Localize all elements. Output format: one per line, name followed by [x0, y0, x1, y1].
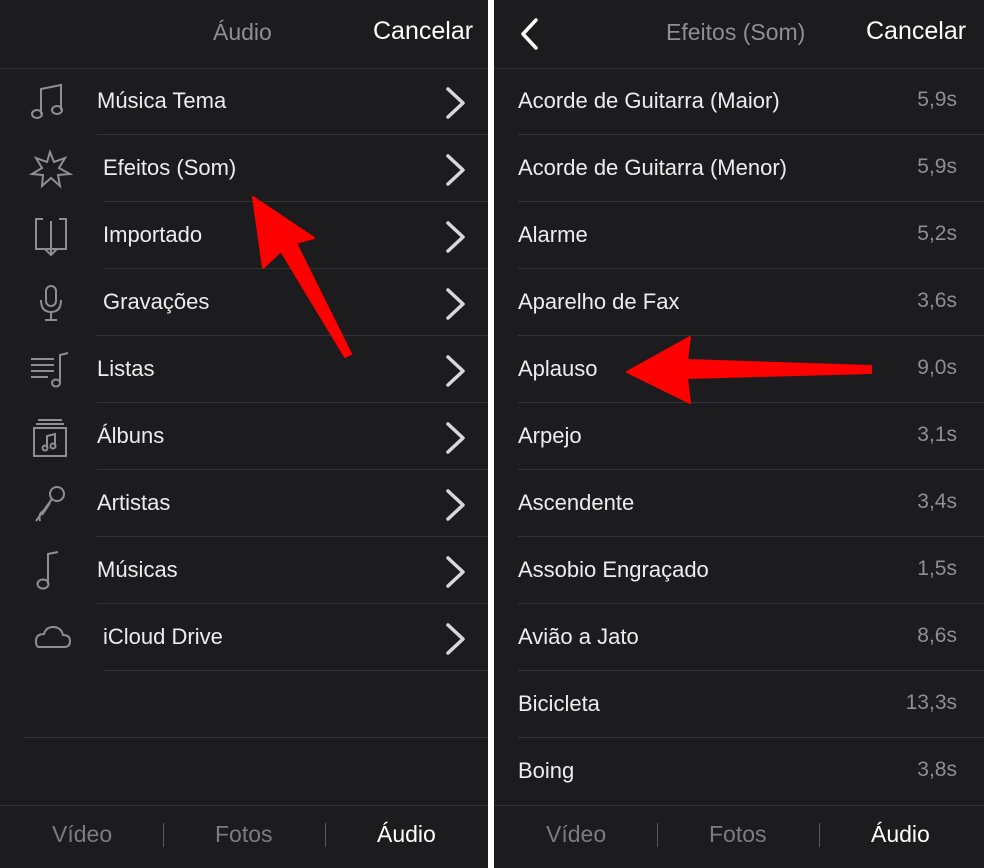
- import-icon: [28, 215, 74, 257]
- list-item-label: Álbuns: [97, 423, 165, 448]
- chevron-right-icon: [444, 287, 468, 321]
- list-item[interactable]: Acorde de Guitarra (Menor) 5,9s: [494, 135, 984, 202]
- header: Áudio Cancelar: [0, 0, 488, 69]
- duration-label: 9,0s: [917, 356, 957, 379]
- playlist-icon: [28, 349, 74, 391]
- tab-video[interactable]: Vídeo: [52, 821, 112, 848]
- list-item-label: Aparelho de Fax: [518, 289, 680, 314]
- list-item-label: Avião a Jato: [518, 624, 639, 649]
- tab-bar: Vídeo Fotos Áudio: [0, 805, 488, 868]
- list-item-label: Arpejo: [518, 423, 582, 448]
- list-item-label: Importado: [103, 222, 203, 247]
- tab-audio[interactable]: Áudio: [871, 821, 930, 848]
- back-chevron-icon[interactable]: [514, 14, 544, 54]
- list-item-artistas[interactable]: Artistas: [0, 470, 488, 537]
- tab-fotos[interactable]: Fotos: [215, 821, 273, 848]
- empty-row: [0, 671, 488, 738]
- list-item-label: Ascendente: [518, 490, 635, 515]
- duration-label: 13,3s: [905, 691, 957, 714]
- list-item[interactable]: Avião a Jato 8,6s: [494, 604, 984, 671]
- list-item-gravacoes[interactable]: Gravações: [0, 269, 488, 336]
- audio-menu-panel: Áudio Cancelar Música Tema Efeitos (Som): [0, 0, 488, 868]
- duration-label: 8,6s: [917, 624, 957, 647]
- list-item-label: Acorde de Guitarra (Menor): [518, 155, 787, 180]
- list-item-label: Efeitos (Som): [103, 155, 237, 180]
- duration-label: 3,8s: [917, 758, 957, 781]
- list-item-label: Listas: [97, 356, 155, 381]
- list-item[interactable]: Arpejo 3,1s: [494, 403, 984, 470]
- list-item[interactable]: Aparelho de Fax 3,6s: [494, 269, 984, 336]
- chevron-right-icon: [444, 354, 468, 388]
- duration-label: 5,2s: [917, 222, 957, 245]
- list-item-label: iCloud Drive: [103, 624, 223, 649]
- chevron-right-icon: [444, 153, 468, 187]
- list-item[interactable]: Aplauso 9,0s: [494, 336, 984, 403]
- chevron-right-icon: [444, 421, 468, 455]
- duration-label: 5,9s: [917, 155, 957, 178]
- list-item-importado[interactable]: Importado: [0, 202, 488, 269]
- list-item-efeitos-som[interactable]: Efeitos (Som): [0, 135, 488, 202]
- sound-effects-panel: Efeitos (Som) Cancelar Acorde de Guitarr…: [494, 0, 984, 868]
- list-item-label: Acorde de Guitarra (Maior): [518, 88, 780, 113]
- list-item-label: Gravações: [103, 289, 210, 314]
- list-item-albuns[interactable]: Álbuns: [0, 403, 488, 470]
- list-item-musica-tema[interactable]: Música Tema: [0, 68, 488, 135]
- list-item-listas[interactable]: Listas: [0, 336, 488, 403]
- list-item-label: Alarme: [518, 222, 588, 247]
- list-item-label: Boing: [518, 758, 575, 783]
- list-item-label: Bicicleta: [518, 691, 600, 716]
- artist-microphone-icon: [28, 483, 74, 525]
- music-note-icon: [28, 81, 74, 123]
- sound-effects-list: Acorde de Guitarra (Maior) 5,9s Acorde d…: [494, 68, 984, 805]
- list-item[interactable]: Bicicleta 13,3s: [494, 671, 984, 738]
- album-icon: [28, 416, 74, 458]
- list-item[interactable]: Acorde de Guitarra (Maior) 5,9s: [494, 68, 984, 135]
- list-item[interactable]: Assobio Engraçado 1,5s: [494, 537, 984, 604]
- list-item-label: Músicas: [97, 557, 178, 582]
- tab-bar: Vídeo Fotos Áudio: [494, 805, 984, 868]
- header: Efeitos (Som) Cancelar: [494, 0, 984, 69]
- chevron-right-icon: [444, 220, 468, 254]
- list-item-icloud-drive[interactable]: iCloud Drive: [0, 604, 488, 671]
- duration-label: 3,6s: [917, 289, 957, 312]
- list-item[interactable]: Ascendente 3,4s: [494, 470, 984, 537]
- list-item-label: Música Tema: [97, 88, 227, 113]
- audio-category-list: Música Tema Efeitos (Som) Importado Grav…: [0, 68, 488, 738]
- chevron-right-icon: [444, 86, 468, 120]
- duration-label: 5,9s: [917, 88, 957, 111]
- starburst-icon: [28, 148, 74, 190]
- chevron-right-icon: [444, 488, 468, 522]
- song-note-icon: [28, 550, 74, 592]
- list-item-label: Assobio Engraçado: [518, 557, 709, 582]
- cancel-button[interactable]: Cancelar: [373, 17, 473, 46]
- tab-audio[interactable]: Áudio: [377, 821, 436, 848]
- chevron-right-icon: [444, 555, 468, 589]
- duration-label: 3,4s: [917, 490, 957, 513]
- chevron-right-icon: [444, 622, 468, 656]
- tab-fotos[interactable]: Fotos: [709, 821, 767, 848]
- microphone-icon: [28, 282, 74, 324]
- list-item[interactable]: Boing 3,8s: [494, 738, 984, 805]
- header-title: Áudio: [213, 19, 272, 45]
- tab-video[interactable]: Vídeo: [546, 821, 606, 848]
- header-title: Efeitos (Som): [666, 19, 806, 45]
- cloud-icon: [28, 617, 74, 659]
- list-item[interactable]: Alarme 5,2s: [494, 202, 984, 269]
- list-item-label: Aplauso: [518, 356, 598, 381]
- cancel-button[interactable]: Cancelar: [866, 17, 966, 46]
- list-item-label: Artistas: [97, 490, 171, 515]
- duration-label: 3,1s: [917, 423, 957, 446]
- duration-label: 1,5s: [917, 557, 957, 580]
- list-item-musicas[interactable]: Músicas: [0, 537, 488, 604]
